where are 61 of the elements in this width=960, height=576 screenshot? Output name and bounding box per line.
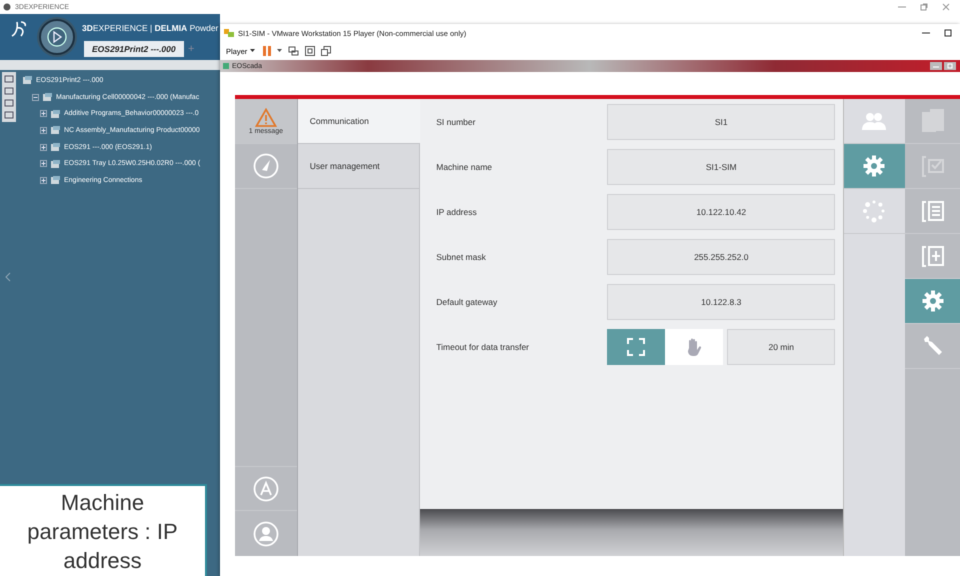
assembly-icon — [22, 75, 33, 86]
input-field[interactable]: 255.255.252.0 — [607, 238, 836, 274]
fullscreen-icon[interactable] — [305, 46, 316, 56]
letter-circle-icon — [252, 476, 279, 502]
node-icon — [42, 92, 53, 102]
node-icon — [50, 142, 61, 152]
document-tab[interactable]: EOS291Print2 ---.000 — [84, 41, 184, 59]
settings-icon — [862, 154, 886, 178]
field-label: IP address — [436, 206, 478, 216]
settings-icon — [920, 289, 945, 313]
side-tab[interactable] — [844, 144, 906, 189]
close-icon[interactable] — [942, 3, 950, 11]
grid-icon — [920, 243, 946, 269]
vmware-icon — [224, 28, 234, 38]
input-field[interactable]: SI1-SIM — [607, 148, 836, 184]
field-label: Subnet mask — [436, 252, 487, 262]
input-field[interactable]: SI1 — [607, 104, 836, 140]
expand-icon[interactable] — [40, 176, 47, 184]
pause-icon[interactable] — [263, 46, 272, 56]
node-icon — [50, 158, 61, 169]
expand-icon[interactable] — [40, 110, 47, 118]
user-icon — [252, 520, 279, 546]
caption: Machine parameters : IP address — [0, 484, 207, 576]
app-brand: 3DEXPERIENCE | DELMIA Powder — [82, 23, 218, 33]
expand-icon[interactable] — [40, 126, 47, 134]
input-field[interactable]: 10.122.8.3 — [607, 284, 836, 320]
checklist-icon — [920, 153, 946, 179]
send-keys-icon[interactable] — [288, 46, 300, 56]
field-label: Default gateway — [436, 296, 498, 306]
input-field[interactable]: 10.122.10.42 — [607, 194, 836, 230]
expand-icon[interactable] — [40, 160, 47, 168]
admin-button[interactable] — [235, 466, 297, 511]
gauge-icon — [252, 153, 279, 179]
input-field[interactable]: 20 min — [727, 328, 836, 364]
compass-icon[interactable] — [36, 16, 78, 58]
manual-mode-button[interactable] — [665, 328, 724, 364]
loading-icon — [862, 199, 886, 223]
document-icon — [920, 108, 946, 134]
warning-icon — [254, 108, 277, 126]
restore-icon[interactable] — [920, 3, 928, 11]
node-icon — [50, 175, 61, 186]
field-label: SI number — [436, 116, 476, 126]
chevron-left-icon[interactable] — [5, 272, 11, 282]
app-icon — [223, 63, 229, 69]
nav-item[interactable]: Communication — [298, 99, 420, 144]
auto-mode-button[interactable] — [607, 328, 666, 364]
field-label: Machine name — [436, 162, 494, 172]
node-icon — [50, 125, 61, 136]
list-icon — [920, 198, 946, 224]
node-icon — [50, 108, 61, 119]
caret-icon[interactable] — [277, 49, 282, 53]
app-icon — [3, 3, 11, 11]
expand-icon[interactable] — [40, 144, 47, 151]
users-icon — [860, 111, 888, 131]
frame-icon — [626, 336, 646, 356]
caret-icon — [250, 49, 256, 53]
collapse-icon[interactable] — [32, 94, 39, 101]
field-label: Timeout for data transfer — [436, 342, 530, 352]
main-tab[interactable] — [905, 279, 960, 324]
maximize-icon[interactable] — [944, 29, 952, 37]
unity-icon[interactable] — [321, 46, 332, 56]
